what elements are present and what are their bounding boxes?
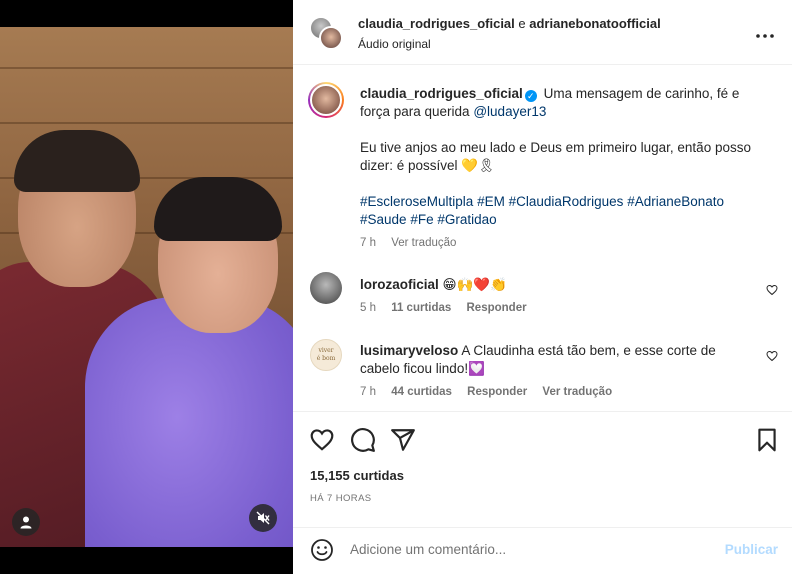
header-username-1[interactable]: claudia_rodrigues_oficial [358,16,515,31]
comment-meta: 7 h 44 curtidas Responder Ver tradução [360,386,624,398]
comment-username[interactable]: lorozaoficial [360,277,439,292]
avatar [319,26,343,50]
person-left-hair [14,130,140,192]
tagged-users-button[interactable] [12,508,40,536]
instagram-post-view: claudia_rodrigues_oficial e adrianebonat… [0,0,792,574]
like-comment-heart-icon[interactable] [766,284,778,296]
caption-text: claudia_rodrigues_oficial ✓ Uma mensagem … [360,85,770,229]
verified-badge-icon: ✓ [524,90,537,102]
comment-bubble-icon[interactable] [350,427,376,453]
hashtag[interactable]: #Gratidao [437,212,496,227]
header-username-2[interactable]: adrianebonatoofficial [529,16,660,31]
post-timestamp: HÁ 7 HORAS [310,493,372,504]
post-actions: 15,155 curtidas HÁ 7 HORAS [293,411,792,536]
comment-text: lorozaoficial 😁🙌❤️👏 [360,276,770,294]
more-options-button[interactable] [756,22,774,42]
comment-time[interactable]: 7 h [360,386,376,398]
likes-count[interactable]: 15,155 curtidas [310,468,404,483]
share-send-icon[interactable] [390,427,416,453]
hashtag[interactable]: #AdrianeBonato [627,194,724,209]
comment-likes[interactable]: 44 curtidas [391,386,452,398]
like-comment-heart-icon[interactable] [766,350,778,362]
hashtag[interactable]: #EscleroseMultipla [360,194,473,209]
hashtag[interactable]: #Saude [360,212,407,227]
user-icon [20,516,32,529]
comment-text: lusimaryveloso A Claudinha está tão bem,… [360,342,740,378]
caption-line-1: claudia_rodrigues_oficial ✓ Uma mensagem … [360,85,770,121]
caption-line-2: Eu tive anjos ao meu lado e Deus em prim… [360,139,770,175]
comment-translate-link[interactable]: Ver tradução [542,386,612,398]
post-details-panel: claudia_rodrigues_oficial e adrianebonat… [293,0,792,574]
add-comment-bar: Adicione um comentário... Publicar [293,527,792,574]
hashtag[interactable]: #ClaudiaRodrigues [509,194,624,209]
original-audio-link[interactable]: Áudio original [358,37,431,51]
wood-plank-line [0,67,293,69]
caption-username[interactable]: claudia_rodrigues_oficial [360,86,523,101]
person-right-hair [154,177,282,241]
caption-meta: 7 h Ver tradução [360,237,468,249]
header-separator: e [518,16,526,31]
mute-button[interactable] [249,504,277,532]
media-panel [0,0,293,574]
header-usernames: claudia_rodrigues_oficial e adrianebonat… [358,16,661,31]
post-header: claudia_rodrigues_oficial e adrianebonat… [293,0,792,65]
hashtag[interactable]: #EM [477,194,505,209]
caption-hashtags: #EscleroseMultipla #EM #ClaudiaRodrigues… [360,193,770,229]
avatar[interactable] [310,272,342,304]
reel-video[interactable] [0,27,293,547]
bookmark-icon[interactable] [754,427,780,453]
comment-reply-button[interactable]: Responder [467,386,527,398]
more-horizontal-icon [756,34,774,38]
comment-likes[interactable]: 11 curtidas [391,302,451,314]
comment-body: 😁🙌❤️👏 [442,277,508,292]
comment-meta: 5 h 11 curtidas Responder [360,302,539,314]
collab-avatars[interactable] [309,16,343,50]
caption-avatar-ring[interactable] [308,82,344,118]
speaker-muted-icon [256,511,270,525]
comment-input[interactable]: Adicione um comentário... [350,542,700,557]
avatar [310,84,342,116]
like-heart-icon[interactable] [309,427,335,453]
publish-button[interactable]: Publicar [725,542,778,557]
comment-username[interactable]: lusimaryveloso [360,343,458,358]
comment-time[interactable]: 5 h [360,302,376,314]
caption-time[interactable]: 7 h [360,237,376,249]
emoji-icon[interactable] [310,538,334,562]
comment-reply-button[interactable]: Responder [467,302,527,314]
wood-plank-line [0,122,293,124]
avatar[interactable]: viver é bom [310,339,342,371]
caption-mention[interactable]: @ludayer13 [473,104,546,119]
caption-translate-link[interactable]: Ver tradução [391,237,456,249]
comments-scroll-area[interactable]: claudia_rodrigues_oficial ✓ Uma mensagem … [293,66,792,411]
caption-emoji: 💛🎗 [461,158,496,173]
caption-text-2: Eu tive anjos ao meu lado e Deus em prim… [360,140,751,173]
hashtag[interactable]: #Fe [410,212,433,227]
